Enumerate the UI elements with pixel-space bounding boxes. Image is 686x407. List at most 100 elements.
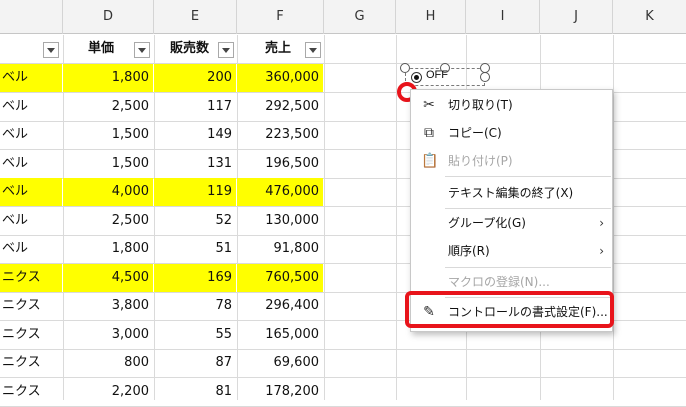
- cell-units-sold[interactable]: 51: [154, 235, 236, 263]
- cell-units-sold[interactable]: 81: [154, 378, 236, 406]
- cell-sales[interactable]: 196,500: [237, 150, 323, 178]
- chevron-right-icon: ›: [599, 216, 604, 230]
- column-header-g[interactable]: G: [324, 0, 396, 34]
- cell-unit-price[interactable]: 2,200: [63, 378, 153, 406]
- column-header-j[interactable]: J: [540, 0, 613, 34]
- header-units-sold: 販売数: [170, 41, 210, 56]
- cell-sales[interactable]: 760,500: [237, 263, 323, 292]
- chevron-right-icon: ›: [599, 244, 604, 258]
- cell-product[interactable]: ベル: [0, 207, 62, 235]
- table-row: ニクス 3,000 55 165,000: [0, 321, 324, 349]
- resize-handle[interactable]: [400, 63, 410, 73]
- cell-unit-price[interactable]: 1,800: [63, 235, 153, 263]
- cell-unit-price[interactable]: 3,000: [63, 321, 153, 349]
- filter-dropdown-icon[interactable]: [218, 42, 234, 58]
- menu-item-cut[interactable]: ✂ 切り取り(T): [411, 91, 612, 119]
- column-header-k[interactable]: K: [613, 0, 686, 34]
- clipboard-icon: 📋: [421, 153, 439, 169]
- cell-product[interactable]: ベル: [0, 150, 62, 178]
- cell-unit-price[interactable]: 4,500: [63, 263, 153, 292]
- table-header-row: 単価 販売数 売上: [0, 35, 324, 63]
- radio-button-icon[interactable]: [411, 72, 422, 83]
- cell-unit-price[interactable]: 800: [63, 349, 153, 377]
- cell-product[interactable]: ベル: [0, 235, 62, 263]
- cell-sales[interactable]: 165,000: [237, 321, 323, 349]
- cell-unit-price[interactable]: 2,500: [63, 93, 153, 121]
- copy-icon: ⧉: [424, 125, 434, 141]
- menu-item-paste: 📋 貼り付け(P): [411, 147, 612, 175]
- cell-units-sold[interactable]: 119: [154, 178, 236, 206]
- menu-item-label: 切り取り(T): [448, 98, 513, 112]
- cell-unit-price[interactable]: 1,800: [63, 64, 153, 92]
- cell-units-sold[interactable]: 149: [154, 121, 236, 149]
- spreadsheet: D E F G H I J K 単価 販売数 売上 ベル 1,800 200 3…: [0, 0, 686, 407]
- resize-handle[interactable]: [480, 72, 490, 82]
- annotation-highlight-box: [405, 291, 614, 328]
- table-row: ニクス 3,800 78 296,400: [0, 292, 324, 320]
- cell-unit-price[interactable]: 3,800: [63, 292, 153, 320]
- cell-unit-price[interactable]: 2,500: [63, 207, 153, 235]
- column-header-h[interactable]: H: [396, 0, 466, 34]
- column-header-i[interactable]: I: [466, 0, 540, 34]
- table-row: ベル 1,500 149 223,500: [0, 121, 324, 149]
- table-row: ベル 2,500 117 292,500: [0, 93, 324, 121]
- cell-sales[interactable]: 292,500: [237, 93, 323, 121]
- menu-item-label: グループ化(G): [448, 216, 526, 230]
- menu-item-label: 順序(R): [448, 244, 490, 258]
- cell-unit-price[interactable]: 4,000: [63, 178, 153, 206]
- cell-product[interactable]: ニクス: [0, 378, 62, 406]
- cell-unit-price[interactable]: 1,500: [63, 150, 153, 178]
- cell-product[interactable]: ベル: [0, 64, 62, 92]
- table-row: ニクス 800 87 69,600: [0, 349, 324, 377]
- cell-product[interactable]: ニクス: [0, 349, 62, 377]
- menu-item-copy[interactable]: ⧉ コピー(C): [411, 119, 612, 147]
- header-sales: 売上: [265, 41, 292, 56]
- cell-product[interactable]: ニクス: [0, 321, 62, 349]
- cell-sales[interactable]: 296,400: [237, 292, 323, 320]
- filter-dropdown-icon[interactable]: [134, 42, 150, 58]
- menu-separator: [445, 176, 611, 177]
- cell-sales[interactable]: 130,000: [237, 207, 323, 235]
- cell-product[interactable]: ベル: [0, 93, 62, 121]
- menu-item-order[interactable]: 順序(R) ›: [411, 237, 612, 265]
- cell-units-sold[interactable]: 117: [154, 93, 236, 121]
- cell-sales[interactable]: 69,600: [237, 349, 323, 377]
- column-header-f[interactable]: F: [237, 0, 324, 34]
- cell-units-sold[interactable]: 78: [154, 292, 236, 320]
- option-button-label: OFF: [426, 69, 448, 81]
- table-row: ベル 1,800 200 360,000: [0, 64, 324, 92]
- table-row: ニクス 2,200 81 178,200: [0, 378, 324, 406]
- cell-sales[interactable]: 223,500: [237, 121, 323, 149]
- table-row: ベル 4,000 119 476,000: [0, 178, 324, 206]
- cell-units-sold[interactable]: 52: [154, 207, 236, 235]
- menu-item-label: テキスト編集の終了(X): [448, 186, 574, 200]
- cell-product[interactable]: ベル: [0, 178, 62, 206]
- column-header-e[interactable]: E: [154, 0, 237, 34]
- menu-item-exit-text-edit[interactable]: テキスト編集の終了(X): [411, 179, 612, 207]
- table-row: ベル 2,500 52 130,000: [0, 207, 324, 235]
- cell-units-sold[interactable]: 55: [154, 321, 236, 349]
- filter-dropdown-icon[interactable]: [305, 42, 321, 58]
- column-header-c[interactable]: [0, 0, 63, 34]
- cell-product[interactable]: ニクス: [0, 263, 62, 292]
- menu-item-group[interactable]: グループ化(G) ›: [411, 209, 612, 237]
- menu-item-label: コピー(C): [448, 126, 502, 140]
- cell-units-sold[interactable]: 200: [154, 64, 236, 92]
- filter-dropdown-icon[interactable]: [43, 42, 59, 58]
- table-row: ベル 1,500 131 196,500: [0, 150, 324, 178]
- cell-product[interactable]: ニクス: [0, 292, 62, 320]
- cell-sales[interactable]: 360,000: [237, 64, 323, 92]
- cell-units-sold[interactable]: 87: [154, 349, 236, 377]
- column-header-d[interactable]: D: [63, 0, 154, 34]
- cell-sales[interactable]: 178,200: [237, 378, 323, 406]
- cell-unit-price[interactable]: 1,500: [63, 121, 153, 149]
- cell-sales[interactable]: 91,800: [237, 235, 323, 263]
- scissors-icon: ✂: [423, 97, 435, 113]
- header-unit-price: 単価: [88, 41, 115, 56]
- cell-sales[interactable]: 476,000: [237, 178, 323, 206]
- cell-product[interactable]: ベル: [0, 121, 62, 149]
- table-row: ニクス 4,500 169 760,500: [0, 263, 324, 292]
- cell-units-sold[interactable]: 169: [154, 263, 236, 292]
- menu-item-label: 貼り付け(P): [448, 154, 513, 168]
- cell-units-sold[interactable]: 131: [154, 150, 236, 178]
